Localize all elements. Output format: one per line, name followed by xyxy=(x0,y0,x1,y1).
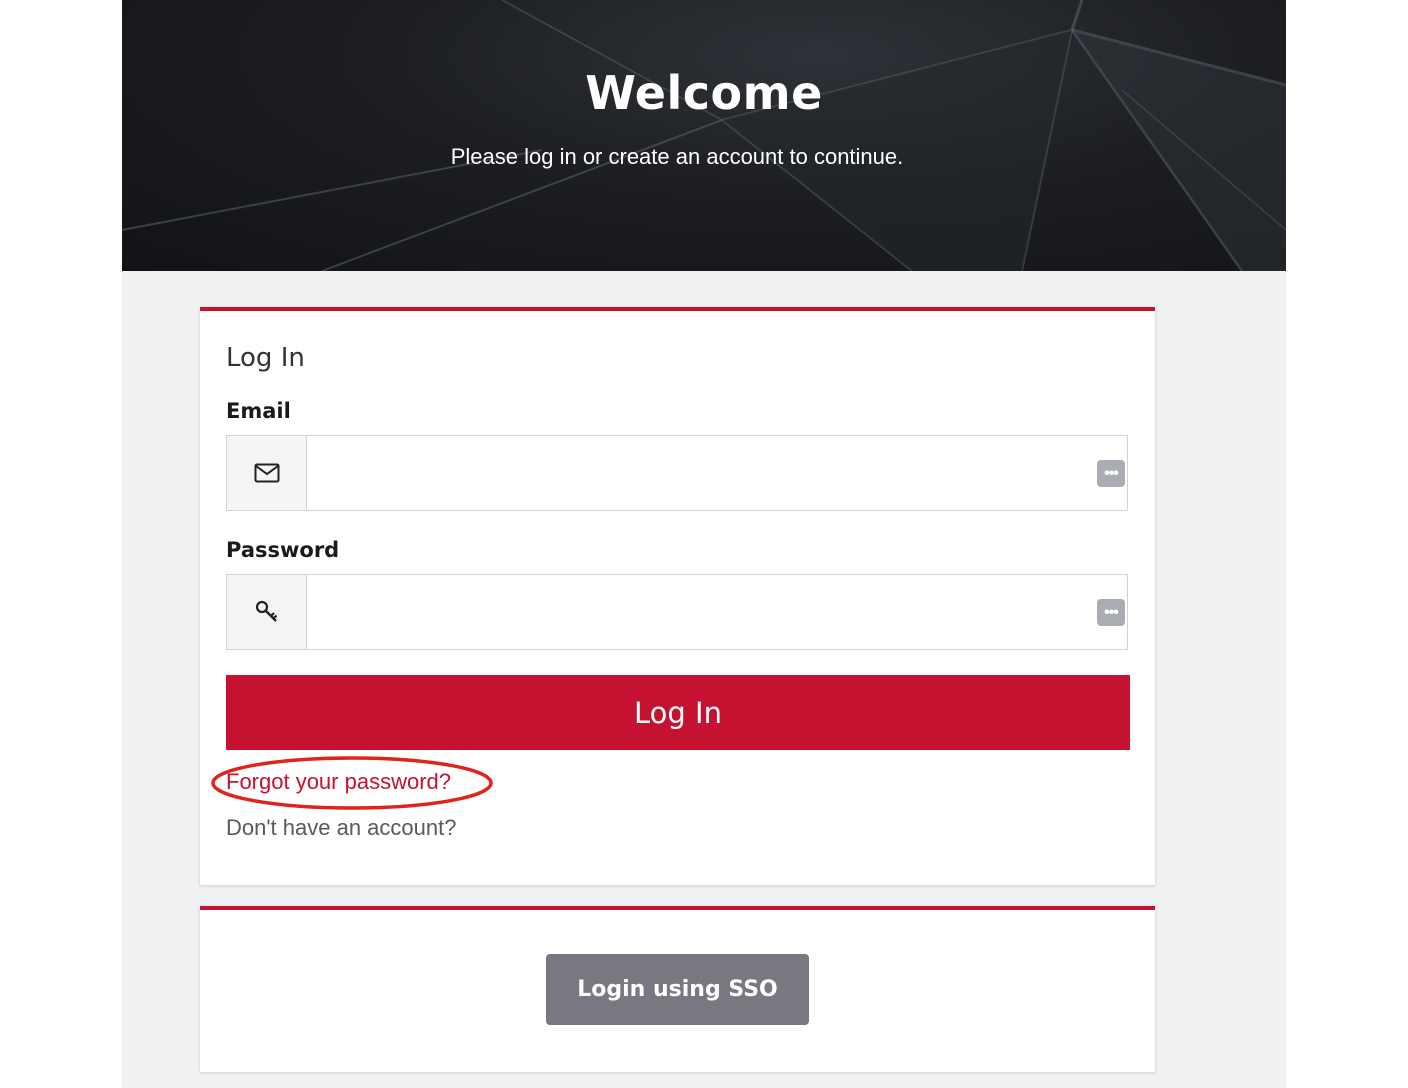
sso-card: Login using SSO xyxy=(200,906,1155,1072)
login-card: Log In Email ••• Password ••• Log In For… xyxy=(200,307,1155,885)
create-account-link[interactable]: Don't have an account? xyxy=(226,815,456,841)
email-label: Email xyxy=(226,399,291,423)
password-input-group: ••• xyxy=(226,574,1128,650)
forgot-password-link[interactable]: Forgot your password? xyxy=(226,769,451,795)
hero-banner: Welcome Please log in or create an accou… xyxy=(122,0,1286,271)
login-card-title: Log In xyxy=(226,343,305,373)
ellipsis-icon[interactable]: ••• xyxy=(1097,599,1125,626)
email-input-group: ••• xyxy=(226,435,1128,511)
page-title: Welcome xyxy=(585,66,823,120)
page-subtitle: Please log in or create an account to co… xyxy=(450,144,904,169)
password-field[interactable] xyxy=(307,575,1087,649)
page: Welcome Please log in or create an accou… xyxy=(122,0,1286,1088)
hero-background-graphic xyxy=(122,0,1286,271)
key-icon xyxy=(227,575,307,649)
password-label: Password xyxy=(226,538,340,562)
sso-login-button[interactable]: Login using SSO xyxy=(546,954,809,1025)
ellipsis-icon[interactable]: ••• xyxy=(1097,460,1125,487)
email-field[interactable] xyxy=(307,436,1087,510)
envelope-icon xyxy=(227,436,307,510)
login-button[interactable]: Log In xyxy=(226,675,1130,750)
